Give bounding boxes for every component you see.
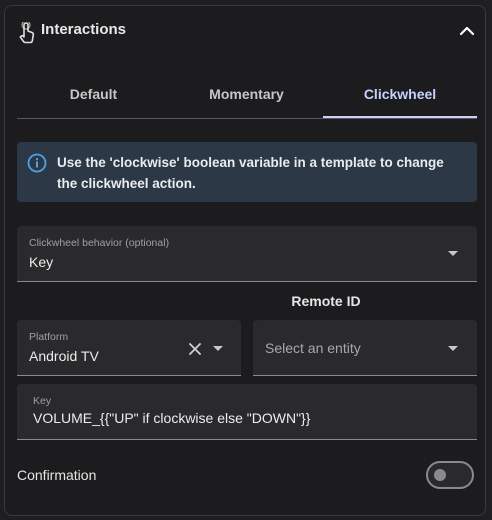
tab-label: Clickwheel	[363, 86, 437, 102]
tab-clickwheel[interactable]: Clickwheel	[323, 70, 477, 118]
tab-label: Default	[69, 86, 118, 102]
entity-placeholder: Select an entity	[265, 340, 361, 356]
dropdown-arrow-icon[interactable]	[448, 251, 458, 256]
section-title: Interactions	[41, 21, 127, 38]
info-icon	[27, 153, 47, 173]
toggle-knob	[434, 469, 446, 481]
info-alert: Use the 'clockwise' boolean variable in …	[17, 142, 477, 202]
key-value: VOLUME_{{"UP" if clockwise else "DOWN"}}	[33, 410, 311, 426]
interaction-tabs: Default Momentary Clickwheel	[17, 70, 477, 119]
dropdown-arrow-icon[interactable]	[448, 346, 458, 351]
field-value: Key	[29, 254, 54, 270]
key-input[interactable]: Key VOLUME_{{"UP" if clockwise else "DOW…	[17, 384, 477, 440]
field-label: Clickwheel behavior (optional)	[29, 237, 170, 249]
platform-select[interactable]: Platform Android TV	[17, 320, 241, 376]
field-label: Key	[33, 395, 52, 407]
info-text: Use the 'clockwise' boolean variable in …	[57, 155, 444, 191]
tab-label: Momentary	[209, 86, 284, 102]
field-value: Android TV	[29, 348, 99, 364]
interactions-panel: Interactions Default Momentary Clickwhee…	[4, 5, 486, 516]
touch-app-icon	[17, 20, 35, 44]
dropdown-arrow-icon[interactable]	[213, 346, 223, 351]
clear-icon[interactable]	[189, 342, 201, 355]
remote-id-label: Remote ID	[291, 293, 361, 309]
confirmation-toggle[interactable]	[426, 461, 474, 489]
clickwheel-behavior-select[interactable]: Clickwheel behavior (optional) Key	[17, 226, 477, 282]
tab-momentary[interactable]: Momentary	[170, 70, 323, 118]
interactions-header[interactable]: Interactions	[5, 6, 485, 58]
confirmation-label: Confirmation	[17, 467, 97, 483]
tab-default[interactable]: Default	[17, 70, 170, 118]
entity-select[interactable]: Select an entity	[253, 320, 477, 376]
chevron-up-icon[interactable]	[459, 24, 475, 38]
field-label: Platform	[29, 331, 69, 343]
active-tab-indicator	[323, 116, 477, 118]
